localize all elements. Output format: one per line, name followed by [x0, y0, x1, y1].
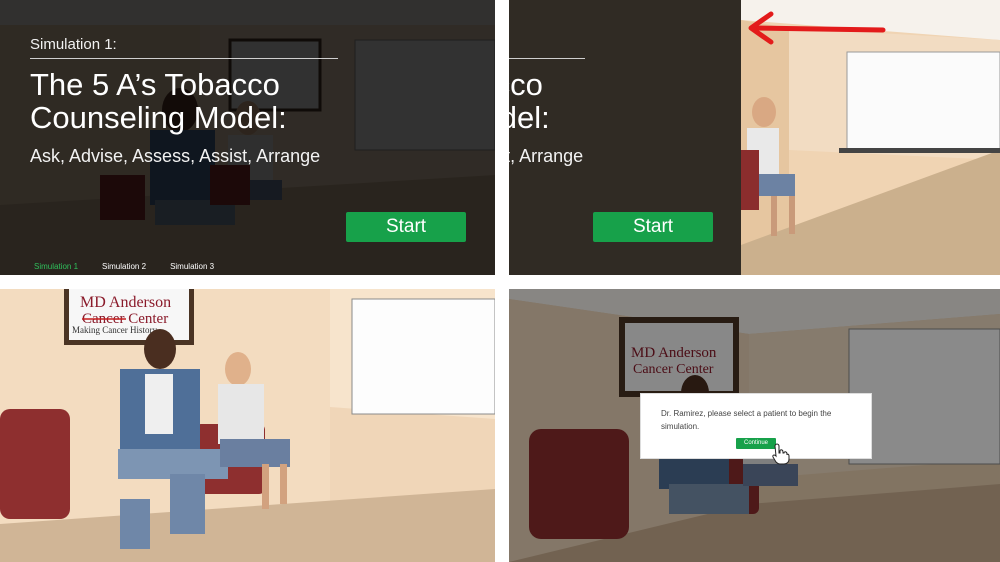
select-patient-dialog: Dr. Ramirez, please select a patient to … [640, 393, 872, 465]
simulation-subtitle: Ask, Advise, Assess, Assist, Arrange [30, 146, 321, 166]
dialog-message: Dr. Ramirez, please select a patient to … [661, 409, 832, 431]
simulation-title-partial: The 5 A’s Tobacco Counseling Model: [509, 67, 550, 135]
dialog-panel: MD Anderson Cancer Center Dr. Ramirez, p… [509, 289, 1000, 562]
overlay-clip: The 5 A’s Tobacco Counseling Model: Ask,… [509, 0, 741, 275]
intro-panel: Simulation 1: The 5 A’s Tobacco Counseli… [0, 0, 495, 275]
divider [509, 58, 585, 59]
simulation-kicker: Simulation 1: [30, 36, 117, 53]
start-button[interactable]: Start [593, 212, 713, 242]
simulation-subtitle-partial: Ask, Advise, Assess, Assist, Arrange [509, 146, 584, 166]
divider [30, 58, 338, 59]
hand-pointer-icon [772, 443, 790, 465]
waiting-room-scene: Making Cancer History MD Anderson Cancer… [0, 289, 495, 562]
left-arrow-icon [748, 11, 886, 45]
tab-simulation-2[interactable]: Simulation 2 [102, 262, 146, 271]
simulation-title: The 5 A’s Tobacco Counseling Model: [30, 67, 287, 135]
start-button[interactable]: Start [346, 212, 466, 242]
room-panel: Making Cancer History MD Anderson Cancer… [0, 289, 495, 562]
tab-simulation-1[interactable]: Simulation 1 [34, 262, 78, 271]
tab-simulation-3[interactable]: Simulation 3 [170, 262, 214, 271]
simulation-tabs: Simulation 1 Simulation 2 Simulation 3 [34, 262, 214, 271]
transition-panel: The 5 A’s Tobacco Counseling Model: Ask,… [509, 0, 1000, 275]
continue-button[interactable]: Continue [736, 438, 776, 449]
sign-line2: MD Anderson [80, 294, 171, 311]
